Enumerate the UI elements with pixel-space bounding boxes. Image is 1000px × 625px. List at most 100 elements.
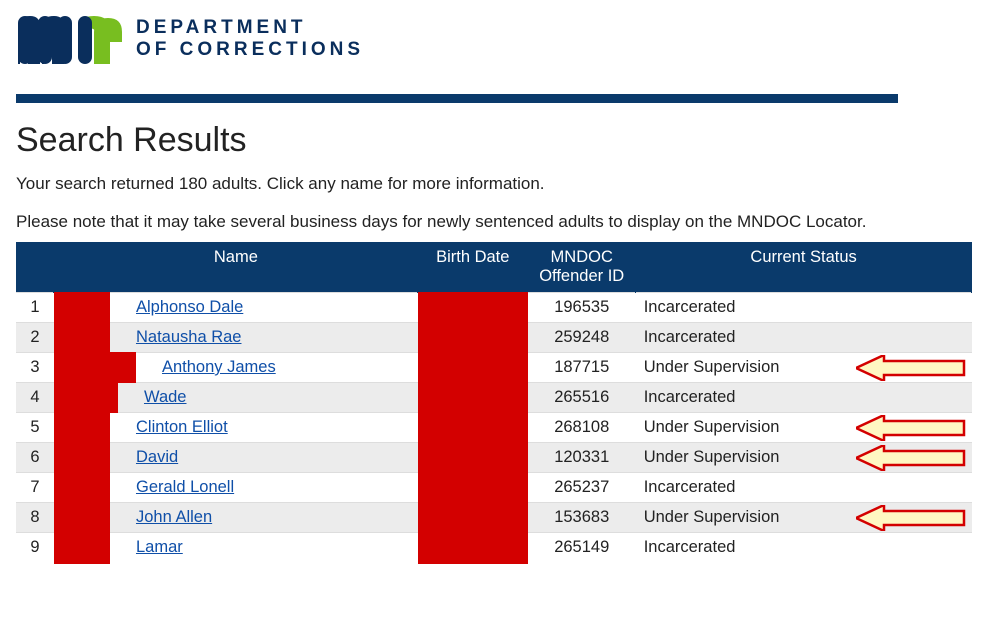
status-cell: Under Supervision — [636, 353, 972, 383]
redaction-block — [54, 382, 118, 413]
offender-name-link[interactable]: John Allen — [136, 508, 212, 526]
offender-id: 259248 — [528, 323, 636, 353]
col-name: Name — [54, 242, 418, 293]
offender-id: 265237 — [528, 473, 636, 503]
offender-name-link[interactable]: Natausha Rae — [136, 328, 242, 346]
status-cell: Under Supervision — [636, 443, 972, 473]
col-offenderid-label: MNDOC Offender ID — [539, 248, 624, 285]
redaction-block — [418, 322, 528, 353]
highlight-arrow-icon — [856, 505, 966, 531]
redaction-block — [54, 352, 136, 383]
birthdate-cell — [418, 503, 528, 533]
offender-id: 265149 — [528, 533, 636, 563]
name-cell: Alphonso Dale — [54, 293, 418, 323]
offender-name-link[interactable]: Gerald Lonell — [136, 478, 234, 496]
status-text: Under Supervision — [644, 448, 780, 466]
offender-id: 268108 — [528, 413, 636, 443]
status-text: Incarcerated — [644, 328, 736, 346]
row-number: 8 — [16, 503, 54, 533]
redaction-block — [418, 412, 528, 443]
table-row: 3 Anthony James 187715 Under Supervision — [16, 353, 972, 383]
status-cell: Incarcerated — [636, 533, 972, 563]
table-row: 7 Gerald Lonell 265237 Incarcerated — [16, 473, 972, 503]
name-cell: Wade — [54, 383, 418, 413]
site-header: DEPARTMENT OF CORRECTIONS — [16, 12, 984, 66]
table-row: 9 Lamar 265149 Incarcerated — [16, 533, 972, 563]
col-rownum — [16, 242, 54, 293]
redaction-block — [418, 502, 528, 533]
name-cell: David — [54, 443, 418, 473]
table-row: 1 Alphonso Dale 196535 Incarcerated — [16, 293, 972, 323]
row-number: 3 — [16, 353, 54, 383]
status-cell: Incarcerated — [636, 323, 972, 353]
offender-name-link[interactable]: Wade — [144, 388, 187, 406]
status-cell: Under Supervision — [636, 413, 972, 443]
redaction-block — [418, 472, 528, 503]
offender-id: 196535 — [528, 293, 636, 323]
redaction-block — [418, 442, 528, 473]
redaction-block — [54, 532, 110, 564]
row-number: 9 — [16, 533, 54, 563]
birthdate-cell — [418, 473, 528, 503]
row-number: 2 — [16, 323, 54, 353]
status-cell: Incarcerated — [636, 293, 972, 323]
birthdate-cell — [418, 443, 528, 473]
row-number: 7 — [16, 473, 54, 503]
offender-name-link[interactable]: Alphonso Dale — [136, 298, 243, 316]
col-status: Current Status — [636, 242, 972, 293]
status-cell: Incarcerated — [636, 473, 972, 503]
highlight-arrow-icon — [856, 355, 966, 381]
offender-id: 153683 — [528, 503, 636, 533]
redaction-block — [54, 472, 110, 503]
highlight-arrow-icon — [856, 415, 966, 441]
offender-id: 120331 — [528, 443, 636, 473]
row-number: 4 — [16, 383, 54, 413]
status-cell: Under Supervision — [636, 503, 972, 533]
col-offenderid: MNDOC Offender ID — [528, 242, 636, 293]
table-row: 5Clinton Elliot268108Under Supervision — [16, 413, 972, 443]
status-text: Incarcerated — [644, 298, 736, 316]
name-cell: Natausha Rae — [54, 323, 418, 353]
results-note: Please note that it may take several bus… — [16, 212, 984, 232]
results-summary: Your search returned 180 adults. Click a… — [16, 174, 984, 194]
offender-id: 187715 — [528, 353, 636, 383]
name-cell: John Allen — [54, 503, 418, 533]
table-row: 8 John Allen 153683 Under Supervision — [16, 503, 972, 533]
name-cell: Gerald Lonell — [54, 473, 418, 503]
mn-logo-icon — [16, 12, 122, 66]
redaction-block — [418, 382, 528, 413]
redaction-block — [418, 532, 528, 564]
redaction-block — [418, 352, 528, 383]
offender-name-link[interactable]: David — [136, 448, 178, 466]
birthdate-cell — [418, 533, 528, 563]
status-text: Incarcerated — [644, 388, 736, 406]
birthdate-cell — [418, 353, 528, 383]
status-cell: Incarcerated — [636, 383, 972, 413]
col-birthdate: Birth Date — [418, 242, 528, 293]
table-row: 6 David 120331 Under Supervision — [16, 443, 972, 473]
birthdate-cell — [418, 323, 528, 353]
dept-line2: OF CORRECTIONS — [136, 39, 364, 61]
redaction-block — [54, 442, 110, 473]
redaction-block — [54, 502, 110, 533]
status-text: Under Supervision — [644, 358, 780, 376]
results-table: Name Birth Date MNDOC Offender ID Curren… — [16, 242, 972, 563]
status-text: Under Supervision — [644, 508, 780, 526]
status-text: Incarcerated — [644, 478, 736, 496]
header-rule — [16, 94, 898, 103]
name-cell: Lamar — [54, 533, 418, 563]
redaction-block — [54, 292, 110, 323]
highlight-arrow-icon — [856, 445, 966, 471]
redaction-block — [418, 292, 528, 323]
page-title: Search Results — [16, 121, 984, 160]
name-cell: Clinton Elliot — [54, 413, 418, 443]
row-number: 6 — [16, 443, 54, 473]
row-number: 1 — [16, 293, 54, 323]
birthdate-cell — [418, 413, 528, 443]
offender-name-link[interactable]: Anthony James — [162, 358, 276, 376]
birthdate-cell — [418, 293, 528, 323]
offender-name-link[interactable]: Lamar — [136, 538, 183, 556]
offender-name-link[interactable]: Clinton Elliot — [136, 418, 228, 436]
redaction-block — [54, 412, 110, 443]
status-text: Incarcerated — [644, 538, 736, 556]
